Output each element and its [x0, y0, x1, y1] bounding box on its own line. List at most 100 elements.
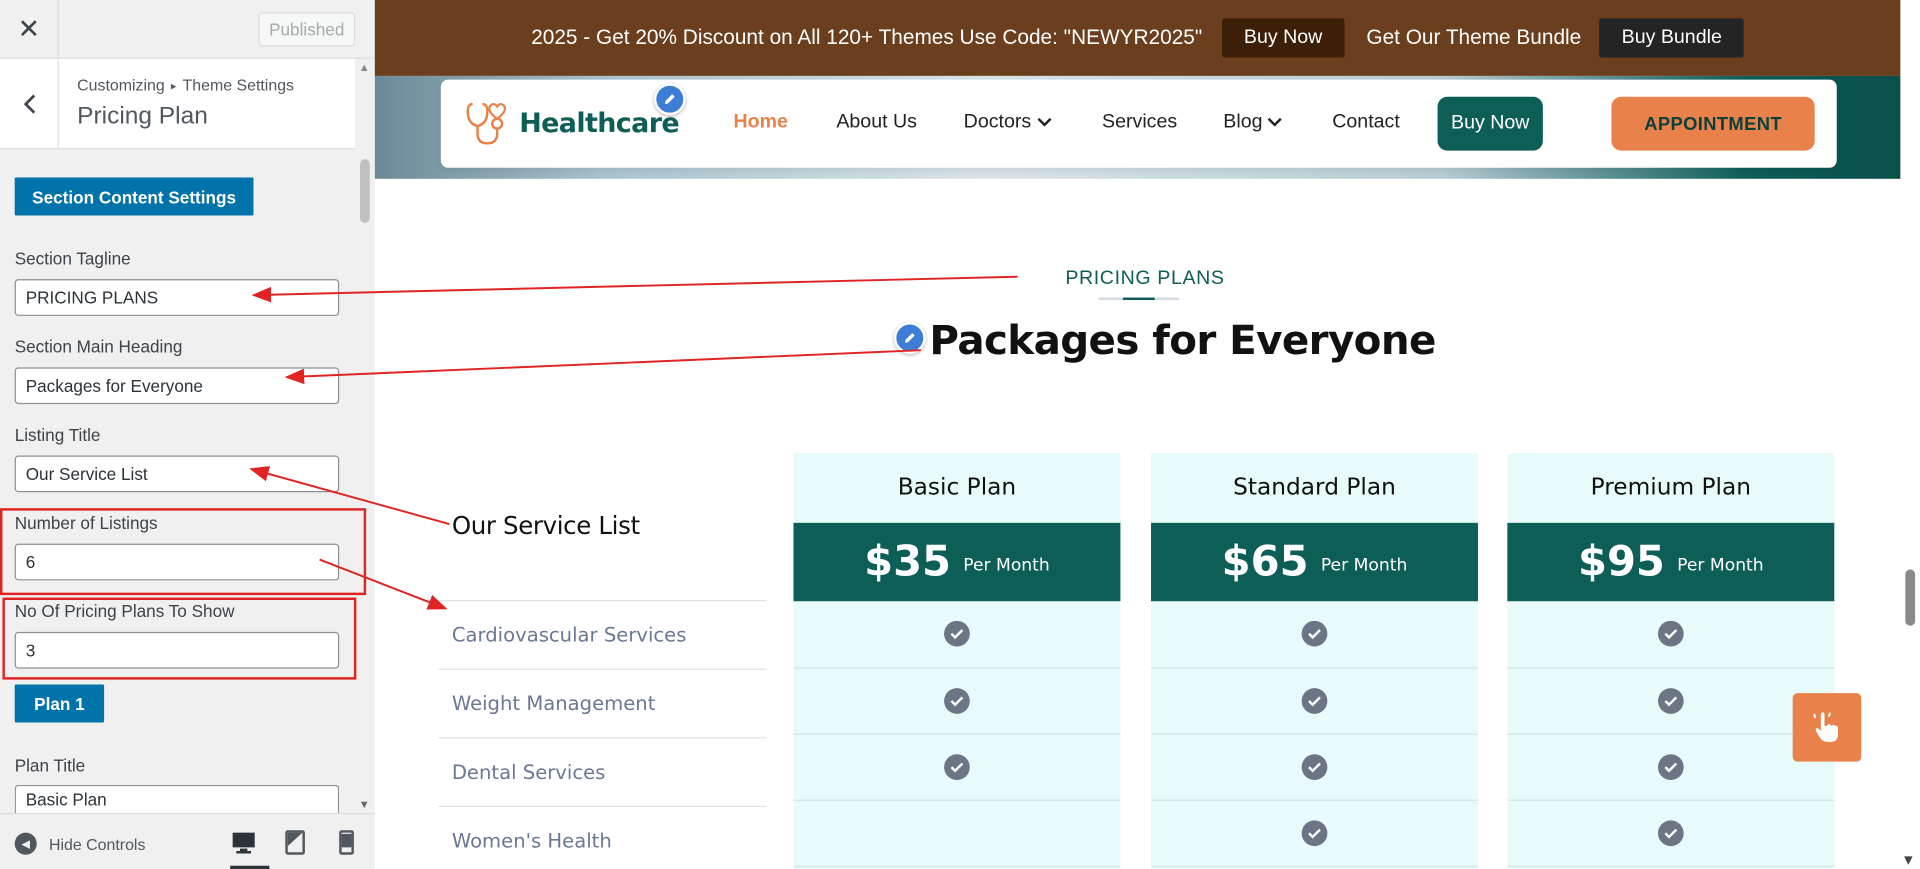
- pricing-heading: Packages for Everyone: [929, 315, 1436, 364]
- chevron-down-icon: [1036, 117, 1051, 127]
- check-circle-icon: [1657, 688, 1684, 714]
- logo-text: Healthcare: [519, 108, 680, 139]
- nav-doctors[interactable]: Doctors: [964, 111, 1052, 133]
- nav-home[interactable]: Home: [733, 111, 787, 133]
- site-navigation: Healthcare Home About Us Doctors Service…: [440, 79, 1837, 168]
- nav-buy-now-button[interactable]: Buy Now: [1437, 96, 1543, 151]
- plan-title: Standard Plan: [1233, 473, 1396, 501]
- check-circle-icon: [1301, 754, 1328, 781]
- sidebar-scrollbar[interactable]: ▲ ▼: [355, 58, 375, 814]
- site-preview: 2025 - Get 20% Discount on All 120+ Them…: [374, 0, 1920, 869]
- pricing-tagline: PRICING PLANS: [1065, 268, 1225, 289]
- listing-title-label: Listing Title: [14, 424, 101, 445]
- nav-blog[interactable]: Blog: [1223, 111, 1283, 133]
- tagline-underline: [1098, 297, 1180, 301]
- nav-services[interactable]: Services: [1102, 111, 1177, 133]
- check-circle-icon: [944, 754, 970, 781]
- plan-title-input[interactable]: Basic Plan: [14, 784, 340, 814]
- hide-controls-label: Hide Controls: [48, 834, 146, 853]
- check-circle-icon: [1301, 820, 1328, 847]
- check-circle-icon: [1657, 620, 1684, 647]
- plan-price-bar: $65 Per Month: [1151, 522, 1478, 602]
- plan-row-divider: [1151, 733, 1478, 735]
- check-circle-icon: [1301, 688, 1328, 714]
- plan-period: Per Month: [1320, 555, 1408, 576]
- promo-buy-now-button[interactable]: Buy Now: [1221, 18, 1345, 58]
- service-list-title: Our Service List: [451, 510, 640, 541]
- nav-contact[interactable]: Contact: [1332, 111, 1400, 133]
- nav-about-us[interactable]: About Us: [836, 111, 917, 133]
- main-heading-input[interactable]: Packages for Everyone: [14, 367, 340, 405]
- plan-price-bar: $35 Per Month: [793, 522, 1121, 602]
- plan-title: Basic Plan: [897, 473, 1017, 501]
- plan-title: Premium Plan: [1590, 473, 1752, 501]
- plan-card-standard: Standard Plan $65 Per Month: [1151, 453, 1478, 869]
- hide-controls-button[interactable]: ◀ Hide Controls: [14, 832, 146, 855]
- plan-row-divider: [1507, 733, 1835, 735]
- plan-price-bar: $95 Per Month: [1507, 522, 1835, 602]
- chevron-down-icon: [1268, 117, 1283, 127]
- promo-text: 2025 - Get 20% Discount on All 120+ Them…: [531, 25, 1203, 49]
- check-circle-icon: [1301, 620, 1328, 647]
- section-content-settings-button[interactable]: Section Content Settings: [14, 177, 254, 216]
- check-circle-icon: [944, 688, 970, 714]
- preview-scroll-thumb[interactable]: [1905, 569, 1916, 626]
- listing-title-input[interactable]: Our Service List: [14, 455, 340, 493]
- close-customizer-button[interactable]: ✕: [0, 0, 59, 59]
- check-circle-icon: [944, 620, 970, 647]
- service-row: Weight Management: [438, 668, 767, 738]
- pointing-hand-icon: [1813, 712, 1838, 743]
- edit-logo-pencil-icon[interactable]: [653, 83, 686, 116]
- pricing-plans-count-label: No Of Pricing Plans To Show: [14, 601, 235, 621]
- pricing-plans-count-input[interactable]: 3: [14, 631, 340, 669]
- promo-bar: 2025 - Get 20% Discount on All 120+ Them…: [374, 0, 1901, 76]
- nav-blog-label: Blog: [1223, 111, 1263, 133]
- mobile-preview-icon[interactable]: [333, 829, 360, 856]
- tablet-preview-icon[interactable]: [282, 829, 309, 856]
- plan-row-divider: [1151, 865, 1478, 867]
- customizer-sidebar: ✕ Published Customizing ▸ Theme Settings P…: [0, 0, 375, 869]
- tagline-input[interactable]: PRICING PLANS: [14, 279, 340, 316]
- preview-scrollbar[interactable]: ▼: [1900, 0, 1920, 869]
- close-icon: ✕: [17, 13, 41, 45]
- plan-row-divider: [793, 667, 1121, 669]
- check-circle-icon: [1657, 820, 1684, 847]
- plan-row-divider: [1151, 667, 1478, 669]
- scroll-down-icon[interactable]: ▼: [359, 798, 370, 810]
- section-title: Pricing Plan: [77, 102, 208, 130]
- buy-bundle-button[interactable]: Buy Bundle: [1599, 18, 1744, 58]
- number-of-listings-label: Number of Listings: [14, 513, 158, 533]
- plan-row-divider: [1507, 667, 1835, 669]
- appointment-button[interactable]: APPOINTMENT: [1611, 96, 1815, 151]
- plan-row-divider: [1507, 799, 1835, 801]
- tagline-label: Section Tagline: [14, 248, 131, 269]
- plan-row-divider: [1507, 865, 1835, 867]
- breadcrumb-theme-settings: Theme Settings: [182, 75, 295, 95]
- desktop-preview-icon[interactable]: [230, 829, 257, 856]
- scroll-down-icon[interactable]: ▼: [1904, 855, 1912, 867]
- plan-price: $95: [1577, 537, 1665, 587]
- published-button[interactable]: Published: [258, 12, 356, 47]
- edit-heading-pencil-icon[interactable]: [893, 322, 926, 354]
- nav-doctors-label: Doctors: [963, 111, 1032, 133]
- plan-period: Per Month: [1677, 555, 1764, 576]
- floating-action-button[interactable]: [1792, 693, 1862, 762]
- plan-title-label: Plan Title: [14, 755, 86, 776]
- scroll-up-icon[interactable]: ▲: [359, 61, 370, 73]
- service-row: Cardiovascular Services: [438, 600, 767, 669]
- breadcrumb: Customizing ▸ Theme Settings: [77, 76, 294, 94]
- main-heading-label: Section Main Heading: [14, 336, 183, 357]
- site-logo[interactable]: Healthcare: [463, 99, 680, 148]
- check-circle-icon: [1657, 754, 1684, 781]
- sidebar-scroll-thumb[interactable]: [360, 159, 370, 223]
- plan-row-divider: [793, 865, 1121, 867]
- plan-row-divider: [1151, 799, 1478, 801]
- plan-1-button[interactable]: Plan 1: [14, 684, 105, 723]
- plan-card-premium: Premium Plan $95 Per Month: [1507, 453, 1835, 869]
- stethoscope-heart-icon: [466, 102, 507, 145]
- service-row: Dental Services: [438, 737, 767, 806]
- number-of-listings-input[interactable]: 6: [14, 543, 340, 581]
- section-header: Customizing ▸ Theme Settings Pricing Plan: [0, 58, 356, 150]
- back-button[interactable]: [0, 58, 59, 150]
- service-label: Dental Services: [451, 760, 606, 784]
